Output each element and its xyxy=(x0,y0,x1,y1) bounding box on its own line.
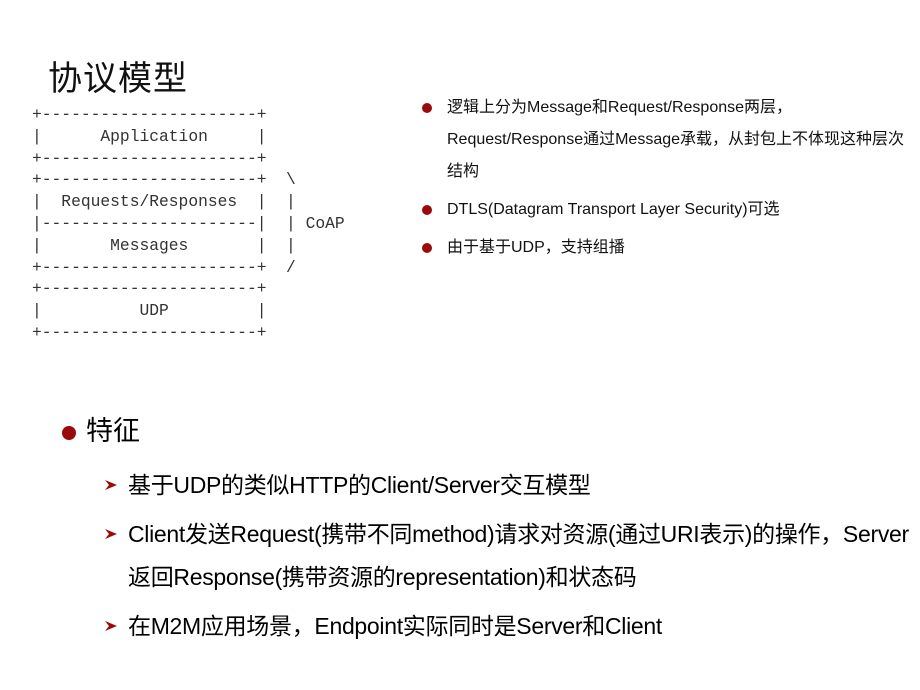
features-list: 基于UDP的类似HTTP的Client/Server交互模型 Client发送R… xyxy=(60,464,910,648)
feature-item: Client发送Request(携带不同method)请求对资源(通过URI表示… xyxy=(60,513,910,599)
red-dot-bullet-icon xyxy=(62,426,76,440)
coap-layer-diagram: +----------------------+ | Application |… xyxy=(32,105,345,342)
feature-text: Client发送Request(携带不同method)请求对资源(通过URI表示… xyxy=(128,521,909,590)
arrow-bullet-icon xyxy=(105,480,117,490)
red-dot-bullet-icon xyxy=(422,205,432,215)
protocol-note-text: 逻辑上分为Message和Request/Response两层，Request/… xyxy=(447,99,905,180)
feature-text: 基于UDP的类似HTTP的Client/Server交互模型 xyxy=(128,472,591,498)
protocol-note-text: DTLS(Datagram Transport Layer Security)可… xyxy=(447,201,780,218)
red-dot-bullet-icon xyxy=(422,103,432,113)
protocol-notes-list: 逻辑上分为Message和Request/Response两层，Request/… xyxy=(420,92,910,270)
feature-item: 基于UDP的类似HTTP的Client/Server交互模型 xyxy=(60,464,910,507)
arrow-bullet-icon xyxy=(105,529,117,539)
slide-title: 协议模型 xyxy=(48,58,188,99)
features-section: 特征 基于UDP的类似HTTP的Client/Server交互模型 Client… xyxy=(60,412,910,654)
protocol-note-text: 由于基于UDP，支持组播 xyxy=(447,239,625,256)
features-heading-text: 特征 xyxy=(86,416,140,447)
arrow-bullet-icon xyxy=(105,621,117,631)
protocol-note-item: 由于基于UDP，支持组播 xyxy=(420,232,910,264)
protocol-note-item: 逻辑上分为Message和Request/Response两层，Request/… xyxy=(420,92,910,188)
protocol-note-item: DTLS(Datagram Transport Layer Security)可… xyxy=(420,194,910,226)
features-heading: 特征 xyxy=(60,412,910,452)
red-dot-bullet-icon xyxy=(422,243,432,253)
feature-item: 在M2M应用场景，Endpoint实际同时是Server和Client xyxy=(60,605,910,648)
feature-text: 在M2M应用场景，Endpoint实际同时是Server和Client xyxy=(128,613,662,639)
